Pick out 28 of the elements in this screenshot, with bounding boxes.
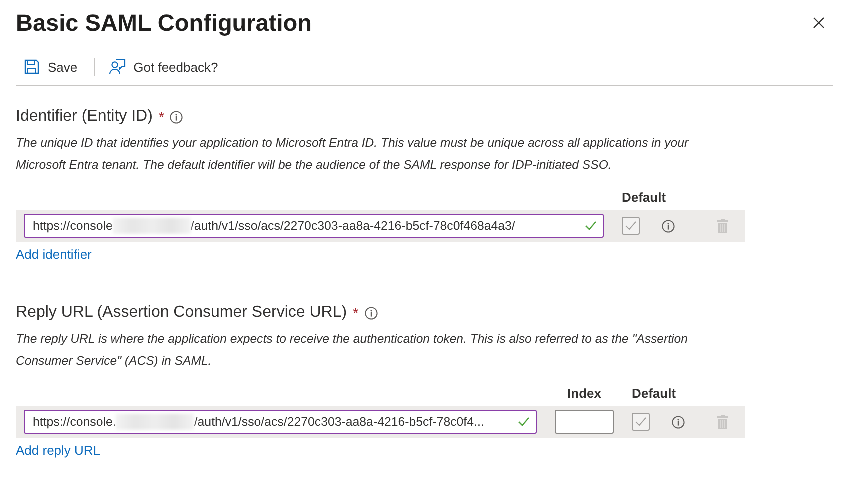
check-icon <box>635 417 647 427</box>
required-mark: * <box>158 109 164 125</box>
info-icon <box>672 416 685 428</box>
section-heading: Identifier (Entity ID) <box>16 108 153 126</box>
add-link[interactable]: Add reply URL <box>16 443 101 458</box>
feedback-icon <box>108 59 126 75</box>
section-description: The reply URL is where the application expects to receive the authentication token. This is also referred to as the "Assertion Consumer Service" (ACS) in SAML. <box>16 331 689 370</box>
delete-icon[interactable] <box>717 218 729 234</box>
panel-title: Basic SAML Configuration <box>16 10 312 36</box>
section-description: The unique ID that identifies your application to Microsoft Entra ID. This value must be unique across all applications in your Microsoft Entra tenant. The default identifier will be the audience of the SAML response for IDP-initiated SSO. <box>16 135 690 174</box>
url-field[interactable]: https://console. /auth/v1/sso/acs/2270c303-aa8a-4216-b5cf-78c0f4... <box>24 410 537 434</box>
info-icon <box>170 110 184 124</box>
column-header: Default <box>632 386 676 400</box>
feedback-button[interactable]: Got feedback? <box>108 59 218 75</box>
save-button[interactable]: Save <box>24 59 78 75</box>
info-icon <box>364 306 378 320</box>
save-icon <box>24 59 40 75</box>
section-heading: Reply URL (Assertion Consumer Service URL) <box>16 304 348 322</box>
column-header: Index <box>568 386 602 400</box>
url-field[interactable]: https://console /auth/v1/sso/acs/2270c303-aa8a-4216-b5cf-78c0f468a4a3/ <box>24 214 604 238</box>
index-field[interactable] <box>555 410 614 434</box>
close-icon[interactable] <box>813 17 825 29</box>
add-link[interactable]: Add identifier <box>16 247 92 262</box>
required-mark: * <box>353 305 359 321</box>
column-header: Default <box>622 190 666 204</box>
delete-icon[interactable] <box>717 414 729 430</box>
check-icon <box>625 221 637 231</box>
info-icon <box>662 220 675 232</box>
